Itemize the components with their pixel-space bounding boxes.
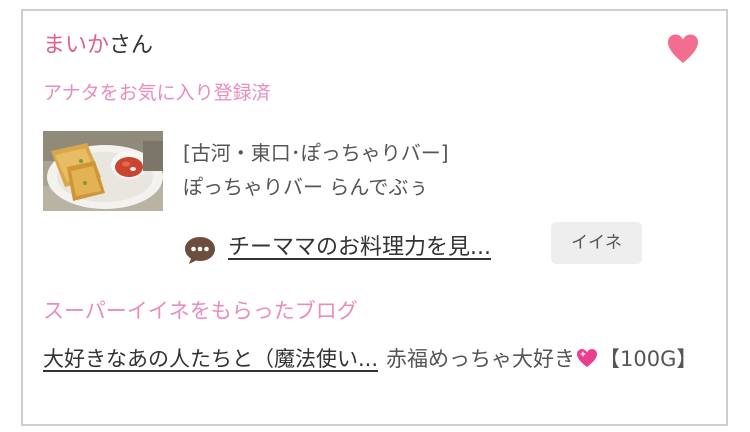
super-iine-heading: スーパーイイネをもらったブログ [43,299,358,323]
favorite-status: アナタをお気に入り登録済 [43,82,271,104]
blog-comment-text: 赤福めっちゃ大好き [386,347,575,371]
shop-area: [古河・東口･ぽっちゃりバー] [183,141,449,165]
user-name[interactable]: まいか [43,33,109,58]
user-honorific: さん [109,33,154,58]
blog-comment-suffix: 【100G】 [599,347,698,371]
speech-bubble-icon [185,237,215,264]
blog-comment: 赤福めっちゃ大好き 【100G】 [386,345,706,374]
shop-name[interactable]: ぽっちゃりバー らんでぶぅ [183,173,428,201]
shop-thumbnail[interactable] [43,131,163,211]
heart-icon[interactable] [665,31,701,67]
post-link[interactable]: チーママのお料理力を見... [228,233,491,263]
user-line: まいかさん [43,31,153,61]
iine-button[interactable]: イイネ [551,222,642,264]
sparkling-heart-icon [577,349,597,367]
cast-card: まいかさん アナタをお気に入り登録済 [古河・東口･ぽっちゃりバー] ぽっちゃり… [21,9,728,426]
food-photo-image [43,131,163,211]
blog-link[interactable]: 大好きなあの人たちと（魔法使い... [43,345,383,374]
